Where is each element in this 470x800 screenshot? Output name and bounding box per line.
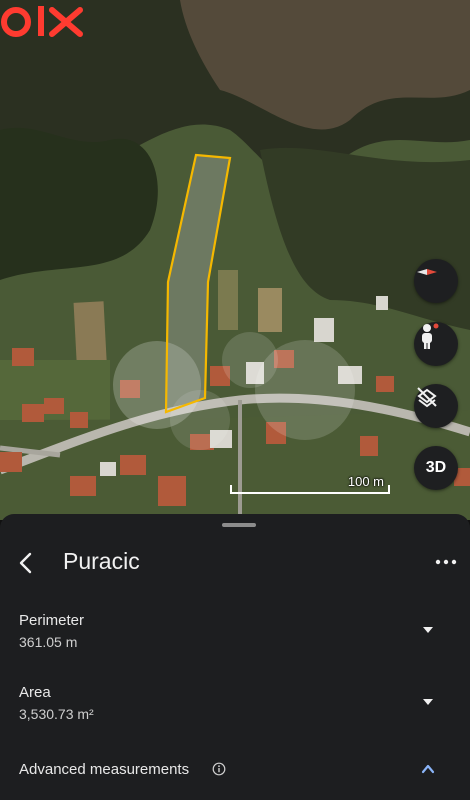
info-icon[interactable] [212,762,226,776]
area-value: 3,530.73 m² [19,706,94,722]
drag-handle[interactable] [222,523,256,527]
layers-toggle-button[interactable] [414,384,458,428]
compass-icon [417,269,437,275]
scale-bar: 100 m [230,474,390,494]
layers-off-icon [417,387,437,408]
place-title: Puracic [63,548,140,574]
area-label: Area [19,684,51,701]
scale-label: 100 m [347,474,384,489]
chevron-down-icon[interactable] [421,625,435,635]
perimeter-label: Perimeter [19,612,85,629]
chevron-down-icon[interactable] [421,697,435,707]
olx-logo [1,6,83,37]
three-d-button[interactable]: 3D [414,446,458,490]
back-icon[interactable] [14,550,38,576]
chevron-up-icon[interactable] [421,764,435,774]
compass-button[interactable] [414,259,458,303]
more-vert-icon[interactable] [434,554,458,570]
satellite-map[interactable]: 3D 100 m [0,0,470,520]
measurement-sheet: Puracic Perimeter 361.05 m Area 3,530.73… [0,514,470,800]
street-view-button[interactable] [414,322,458,366]
perimeter-value: 361.05 m [19,634,78,650]
three-d-label: 3D [425,459,447,476]
pegman-icon [422,323,439,349]
satellite-imagery [0,0,470,520]
advanced-measurements-label: Advanced measurements [19,761,190,778]
